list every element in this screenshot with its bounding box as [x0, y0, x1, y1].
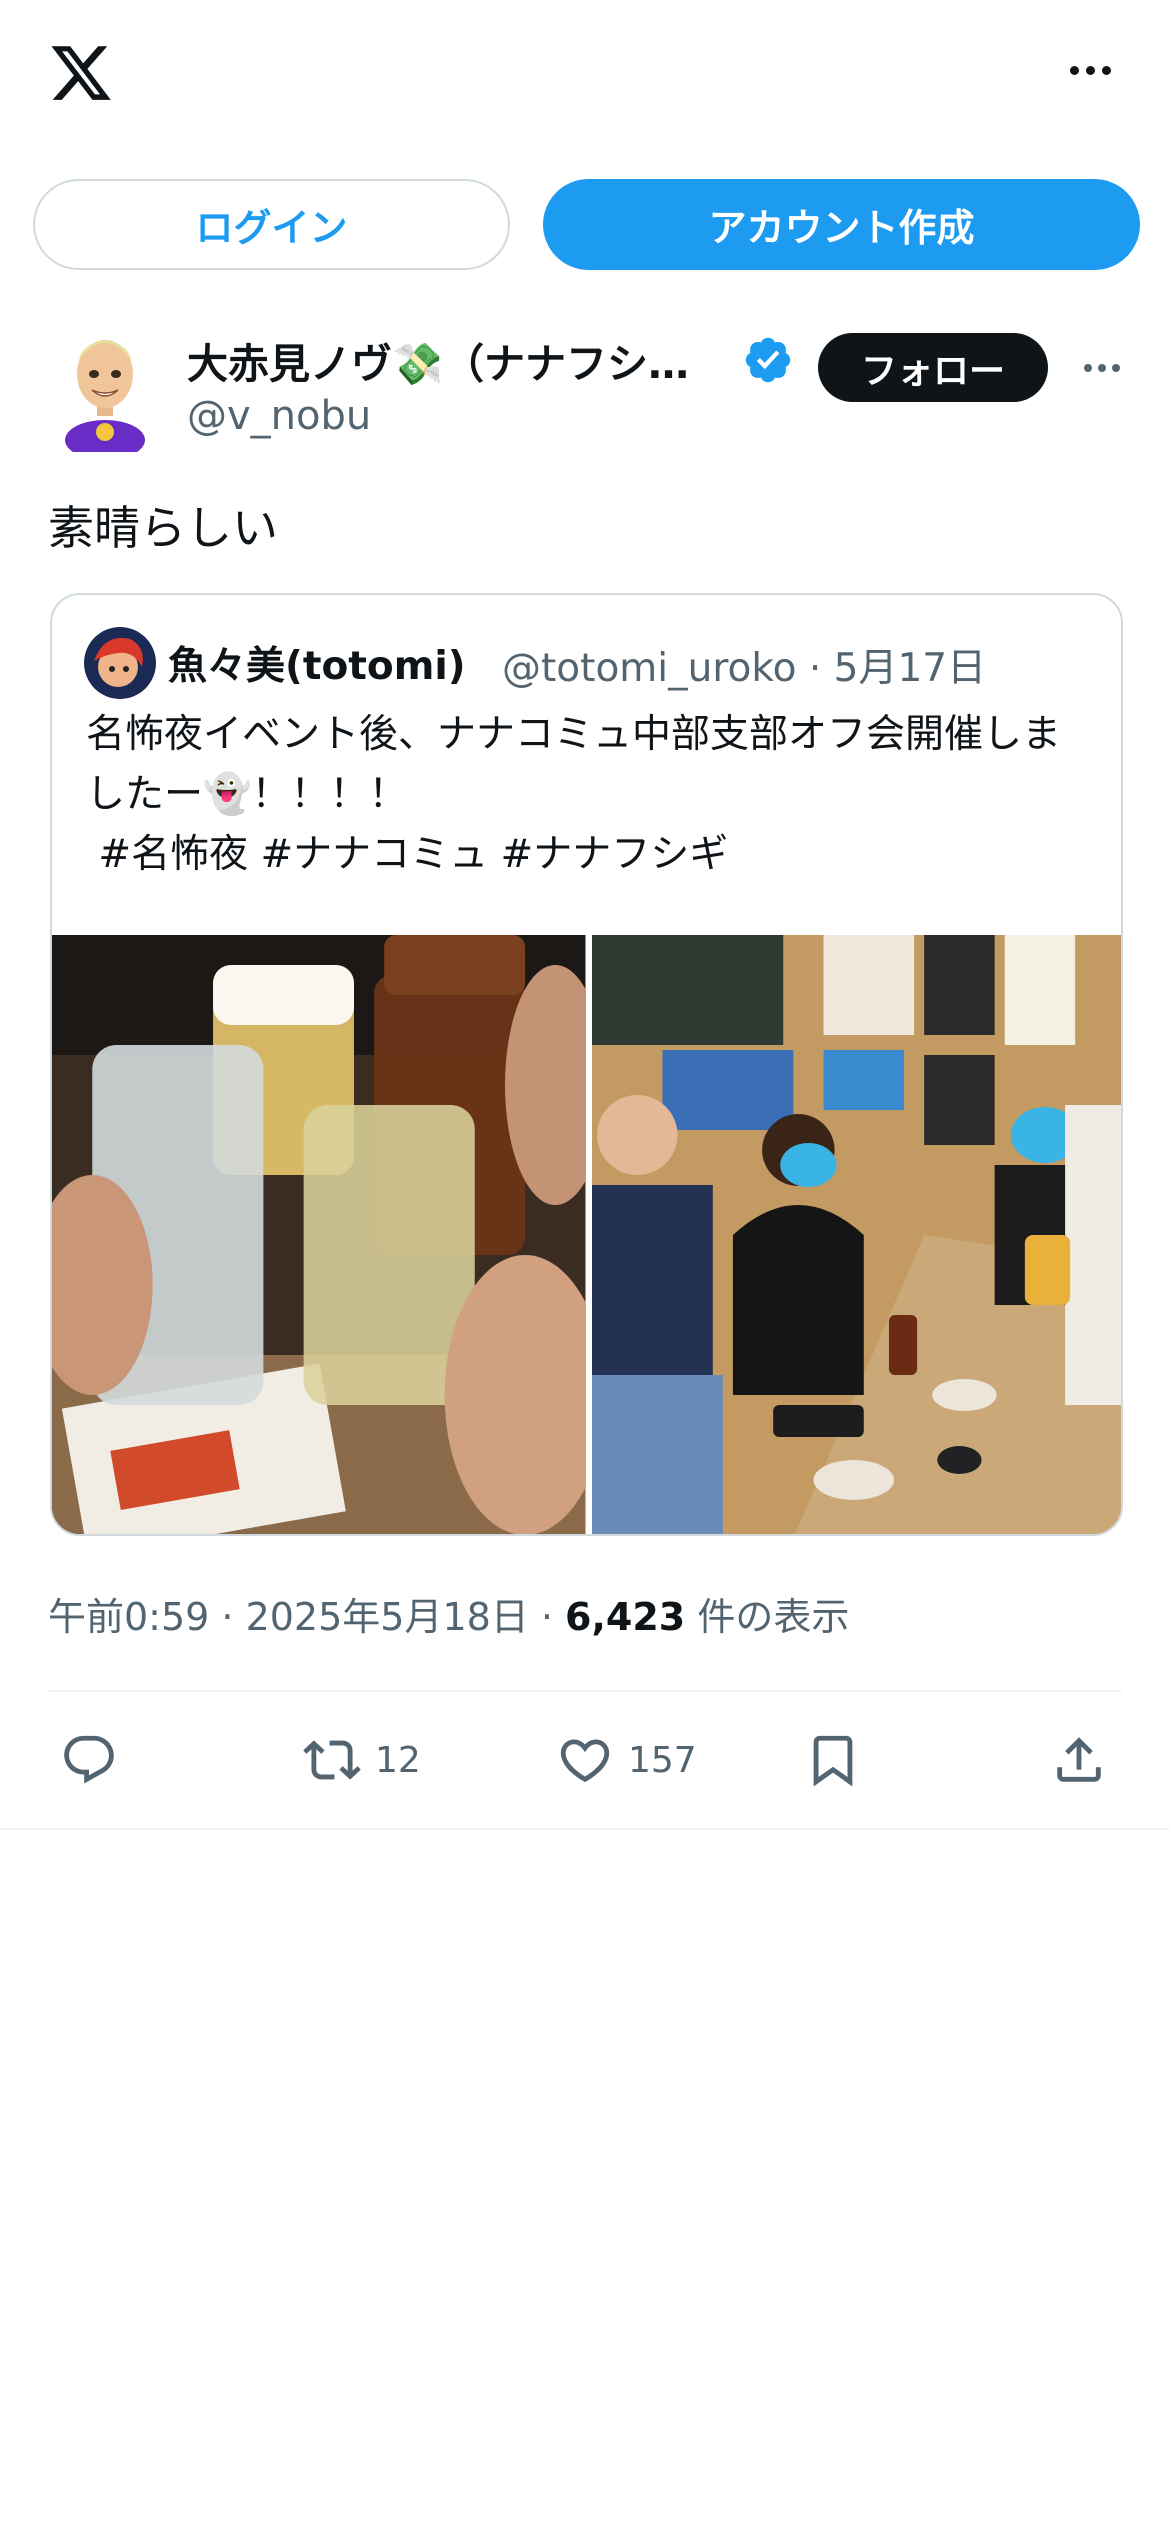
x-logo-icon[interactable] — [48, 40, 114, 106]
heart-icon — [560, 1739, 610, 1783]
author-handle[interactable]: @v_nobu — [187, 393, 371, 439]
more-icon[interactable] — [1060, 50, 1120, 90]
reply-button[interactable] — [60, 1720, 132, 1800]
like-button[interactable]: 157 — [556, 1720, 697, 1800]
views-label: 件の表示 — [685, 1595, 850, 1639]
photo-toast[interactable] — [52, 935, 586, 1534]
retweet-count: 12 — [375, 1739, 421, 1781]
login-button[interactable]: ログイン — [33, 179, 510, 270]
quoted-post[interactable]: 魚々美(totomi) @totomi_uroko · 5月17日 名怖夜イベン… — [50, 593, 1123, 1536]
views-count: 6,423 — [565, 1595, 686, 1639]
quote-author-handle: @totomi_uroko · 5月17日 — [502, 646, 987, 691]
quote-author-name: 魚々美(totomi) — [168, 644, 466, 689]
retweet-icon — [303, 1740, 361, 1780]
action-bar: 12 157 — [0, 1720, 1170, 1800]
bookmark-button[interactable] — [804, 1720, 862, 1800]
divider — [48, 1690, 1122, 1692]
photo-group[interactable] — [591, 935, 1121, 1534]
follow-button[interactable]: フォロー — [818, 333, 1048, 402]
post-meta: 午前0:59 · 2025年5月18日 · 6,423 件の表示 — [48, 1586, 849, 1641]
share-button[interactable] — [1050, 1720, 1108, 1800]
quote-text: 名怖夜イベント後、ナナコミュ中部支部オフ会開催しましたー👻！！！！ #名怖夜 #… — [86, 712, 1062, 877]
quote-author-avatar[interactable] — [84, 627, 156, 699]
post-text: 素晴らしい — [48, 501, 278, 555]
retweet-button[interactable]: 12 — [303, 1720, 421, 1800]
author-avatar[interactable] — [48, 322, 162, 452]
top-bar — [0, 0, 1170, 150]
author-name[interactable]: 大赤見ノヴ💸（ナナフシ… — [187, 330, 707, 390]
quote-media[interactable] — [52, 935, 1121, 1534]
like-count: 157 — [628, 1739, 697, 1781]
divider — [0, 1828, 1170, 1830]
reply-icon — [64, 1735, 114, 1784]
bookmark-icon — [813, 1735, 853, 1787]
verified-badge-icon — [745, 337, 791, 383]
signup-button[interactable]: アカウント作成 — [543, 179, 1140, 270]
post-timestamp[interactable]: 午前0:59 · 2025年5月18日 · — [48, 1595, 565, 1639]
share-icon — [1057, 1737, 1101, 1782]
post-more-icon[interactable] — [1072, 350, 1132, 386]
